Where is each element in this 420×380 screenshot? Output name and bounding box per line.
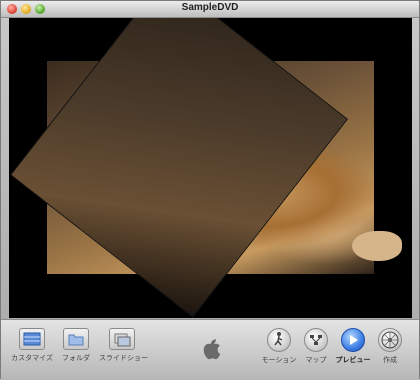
motion-icon [267,328,291,352]
folder-label: フォルダ [62,354,90,362]
app-window: SampleDVD カスタマイズ フォルダ スライドショー モーション マップ … [0,0,420,380]
burn-button[interactable]: 作成 [367,328,413,365]
customize-button[interactable]: カスタマイズ [9,328,55,363]
folder-button[interactable]: フォルダ [53,328,99,363]
title-bar[interactable]: SampleDVD [1,1,419,18]
toolbar: カスタマイズ フォルダ スライドショー モーション マップ プレビュー 作成 [1,319,419,380]
map-icon [304,328,328,352]
folder-icon [63,328,89,350]
customize-icon [19,328,45,350]
slideshow-icon [109,328,135,350]
slideshow-button[interactable]: スライドショー [99,328,148,363]
preview-play-icon [341,328,365,352]
puppy-paw [352,231,402,261]
apple-logo-icon [201,338,221,360]
preview-stage[interactable] [9,18,412,318]
slideshow-label: スライドショー [99,354,148,362]
customize-label: カスタマイズ [11,354,53,362]
burn-icon [378,328,402,352]
window-title: SampleDVD [181,2,239,13]
burn-label: 作成 [383,356,397,364]
